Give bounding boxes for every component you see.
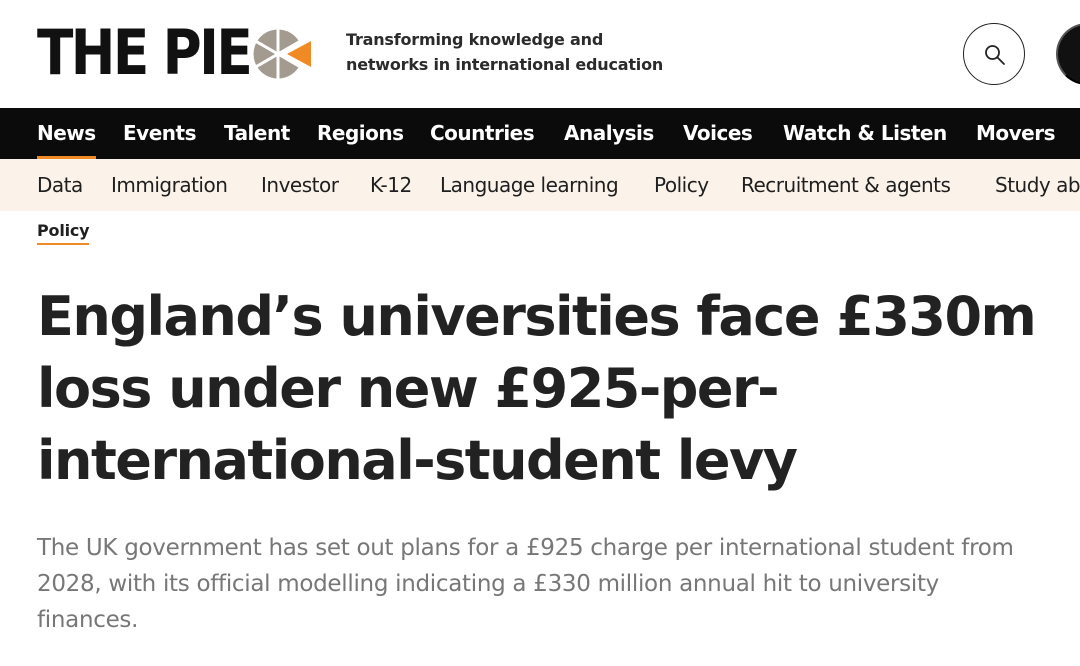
nav-item-movers[interactable]: Movers	[976, 108, 1056, 159]
primary-nav: News Events Talent Regions Countries Ana…	[0, 108, 1080, 159]
nav-item-analysis[interactable]: Analysis	[564, 108, 654, 159]
subnav-item-study-abroad[interactable]: Study abroad	[995, 159, 1080, 211]
subnav-item-data[interactable]: Data	[37, 159, 83, 211]
subnav-item-k12[interactable]: K-12	[370, 159, 412, 211]
nav-item-events[interactable]: Events	[123, 108, 196, 159]
subnav-item-investor[interactable]: Investor	[261, 159, 339, 211]
nav-item-voices[interactable]: Voices	[683, 108, 753, 159]
nav-item-news[interactable]: News	[37, 108, 96, 159]
logo-text: THE PIE	[37, 16, 253, 89]
site-logo[interactable]: THE PIE	[37, 16, 311, 89]
search-button[interactable]	[963, 23, 1025, 85]
pie-logo-icon	[251, 26, 311, 82]
subnav-item-recruitment-agents[interactable]: Recruitment & agents	[741, 159, 951, 211]
article-standfirst: The UK government has set out plans for …	[37, 535, 1014, 633]
category-tag[interactable]: Policy	[37, 220, 90, 245]
site-tagline: Transforming knowledge and networks in i…	[346, 30, 664, 74]
menu-button[interactable]	[1056, 23, 1080, 85]
secondary-nav: Data Immigration Investor K-12 Language …	[0, 159, 1080, 211]
article-headline: England’s universities face £330m loss u…	[37, 285, 1037, 492]
search-icon	[985, 45, 1005, 65]
nav-item-watch-listen[interactable]: Watch & Listen	[783, 108, 947, 159]
nav-item-talent[interactable]: Talent	[224, 108, 290, 159]
nav-item-regions[interactable]: Regions	[317, 108, 404, 159]
site-header: THE PIE Transforming knowledge and netwo…	[0, 0, 1080, 108]
subnav-item-language-learning[interactable]: Language learning	[440, 159, 619, 211]
nav-item-countries[interactable]: Countries	[430, 108, 535, 159]
subnav-item-immigration[interactable]: Immigration	[111, 159, 228, 211]
subnav-item-policy[interactable]: Policy	[654, 159, 709, 211]
